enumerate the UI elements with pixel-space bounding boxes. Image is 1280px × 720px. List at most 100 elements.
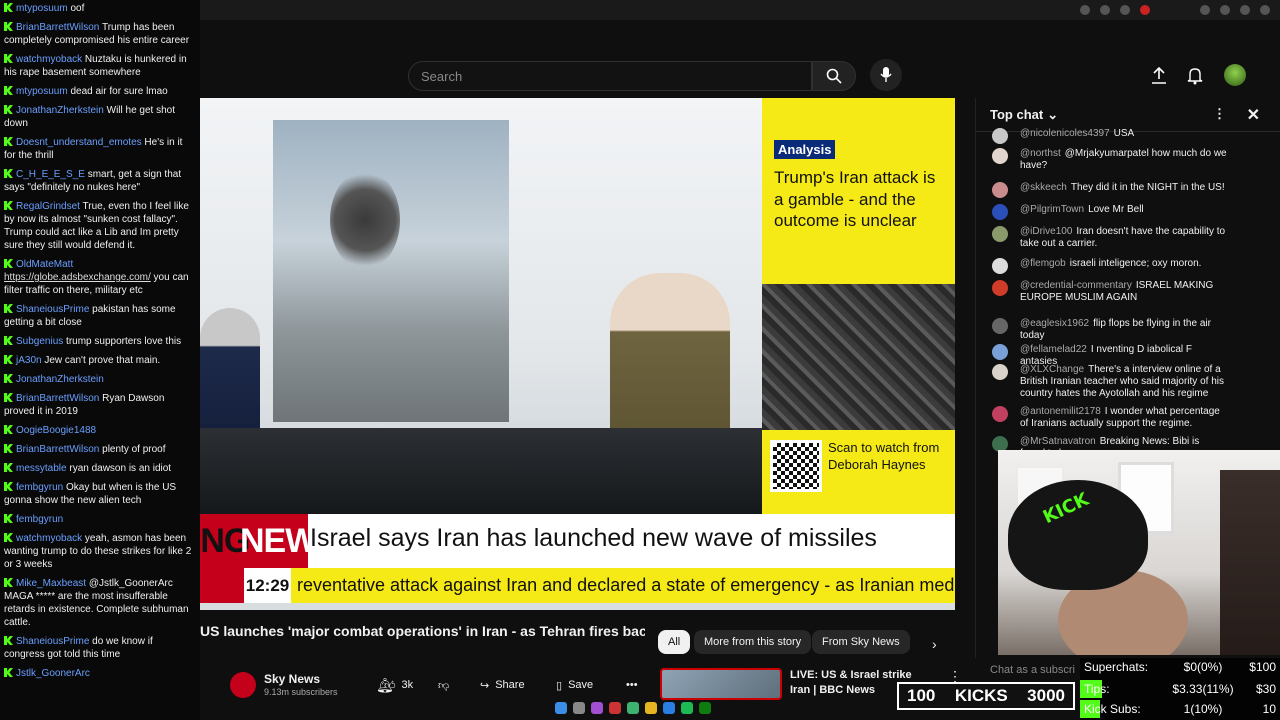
chat-menu-icon[interactable]: ⋮	[1213, 106, 1226, 122]
avatar[interactable]	[992, 148, 1008, 164]
chat-username[interactable]: @MrSatnavatron	[1020, 436, 1096, 447]
avatar[interactable]	[992, 280, 1008, 296]
chat-username[interactable]: BrianBarrettWilson	[16, 22, 99, 33]
chip-next-icon[interactable]: ›	[932, 636, 937, 652]
chat-username[interactable]: BrianBarrettWilson	[16, 444, 99, 455]
chat-username[interactable]: messytable	[16, 463, 67, 474]
chat-username[interactable]: OldMateMatt	[16, 259, 73, 270]
chat-mode-dropdown[interactable]: Top chat	[990, 107, 1043, 122]
upload-button[interactable]	[1148, 65, 1170, 87]
chat-username[interactable]: @XLXChange	[1020, 364, 1084, 375]
avatar[interactable]	[992, 364, 1008, 380]
channel-name[interactable]: Sky News	[264, 672, 320, 686]
app-icon[interactable]	[591, 702, 603, 714]
chat-username[interactable]: @antonemilit2178	[1020, 406, 1101, 417]
close-window-icon[interactable]	[1260, 5, 1270, 15]
bell-icon	[1187, 68, 1203, 85]
spotify-icon[interactable]	[681, 702, 693, 714]
chat-username[interactable]: watchmyoback	[16, 533, 82, 544]
extension-icon[interactable]	[1120, 5, 1130, 15]
chat-username[interactable]: Subgenius	[16, 336, 63, 347]
chat-username[interactable]: Jstlk_GoonerArc	[16, 668, 90, 679]
chat-username[interactable]: BrianBarrettWilson	[16, 393, 99, 404]
dislike-button[interactable]: 👎︎	[430, 672, 457, 698]
save-button[interactable]: ▯ Save	[548, 672, 601, 698]
kick-badge-icon	[4, 393, 13, 402]
avatar[interactable]	[992, 258, 1008, 274]
chat-username[interactable]: RegalGrindset	[16, 201, 80, 212]
chat-username[interactable]: fembgyrun	[16, 482, 63, 493]
studio-screen-image	[273, 120, 509, 422]
chat-message: @iDrive100 Iran doesn't have the capabili…	[992, 226, 1227, 250]
avatar[interactable]	[992, 406, 1008, 422]
chat-message: ShaneiousPrime do we know if congress go…	[4, 635, 196, 661]
superchats-value: $0(0%)	[1183, 660, 1223, 674]
search-input[interactable]: Search	[408, 61, 812, 91]
chat-username[interactable]: @flemgob	[1020, 258, 1066, 269]
chat-username[interactable]: JonathanZherkstein	[16, 374, 104, 385]
chat-username[interactable]: @PilgrimTown	[1020, 204, 1084, 215]
chat-username[interactable]: fembgyrun	[16, 514, 63, 525]
chevron-down-icon[interactable]: ⌄	[1047, 107, 1058, 123]
chat-username[interactable]: mtyposuum	[16, 3, 68, 14]
extension-icon[interactable]	[1200, 5, 1210, 15]
close-icon[interactable]: ✕	[1247, 105, 1260, 125]
avatar[interactable]	[992, 318, 1008, 334]
chip-all[interactable]: All	[658, 630, 691, 654]
chat-username[interactable]: @eaglesix1962	[1020, 318, 1089, 329]
kick-badge-icon	[4, 259, 13, 268]
minimize-icon[interactable]	[1240, 5, 1250, 15]
chat-username[interactable]: watchmyoback	[16, 54, 82, 65]
chat-username[interactable]: C_H_E_E_S_E	[16, 169, 85, 180]
chat-username[interactable]: OogieBoogie1488	[16, 425, 96, 436]
chat-username[interactable]: jA30n	[16, 355, 42, 366]
search-button[interactable]	[812, 61, 856, 91]
more-actions-button[interactable]: •••	[618, 672, 646, 698]
xbox-icon[interactable]	[699, 702, 711, 714]
chat-message: OogieBoogie1488	[4, 424, 196, 437]
chat-message: Doesnt_understand_emotes He's in it for …	[4, 136, 196, 162]
chat-text: plenty of proof	[102, 444, 166, 455]
chat-username[interactable]: Doesnt_understand_emotes	[16, 137, 142, 148]
video-player[interactable]: Analysis Trump's Iran attack is a gamble…	[200, 98, 955, 610]
app-icon[interactable]	[609, 702, 621, 714]
chat-username[interactable]: @skkeech	[1020, 182, 1067, 193]
chat-link[interactable]: https://globe.adsbexchange.com/	[4, 272, 151, 283]
avatar[interactable]	[992, 182, 1008, 198]
extension-icon[interactable]	[1140, 5, 1150, 15]
chat-username[interactable]: @fellamelad22	[1020, 344, 1087, 355]
folder-icon[interactable]	[645, 702, 657, 714]
share-button[interactable]: ↪ Share	[472, 672, 533, 698]
chat-username[interactable]: @nicolenicoles4397	[1020, 128, 1110, 139]
streamer-webcam: KICK	[998, 450, 1280, 655]
chat-message: Jstlk_GoonerArc	[4, 667, 196, 680]
app-icon[interactable]	[663, 702, 675, 714]
extension-icon[interactable]	[1220, 5, 1230, 15]
chat-username[interactable]: mtyposuum	[16, 86, 68, 97]
search-icon[interactable]	[573, 702, 585, 714]
avatar[interactable]	[992, 204, 1008, 220]
voice-search-button[interactable]	[870, 59, 902, 91]
avatar[interactable]	[992, 226, 1008, 242]
avatar[interactable]	[992, 128, 1008, 144]
chat-username[interactable]: @credential-commentary	[1020, 280, 1132, 291]
avatar[interactable]	[992, 344, 1008, 360]
chat-username[interactable]: JonathanZherkstein	[16, 105, 104, 116]
notifications-button[interactable]	[1184, 65, 1206, 87]
chat-username[interactable]: ShaneiousPrime	[16, 304, 89, 315]
chat-username[interactable]: Mike_Maxbeast	[16, 578, 86, 589]
chip-from-sky-news[interactable]: From Sky News	[812, 630, 910, 654]
chat-username[interactable]: @northst	[1020, 148, 1061, 159]
account-avatar[interactable]	[1224, 64, 1246, 86]
like-button[interactable]: 👍︎ 3k	[376, 672, 421, 698]
extension-icon[interactable]	[1080, 5, 1090, 15]
chip-more-from-story[interactable]: More from this story	[694, 630, 812, 654]
related-video-thumbnail[interactable]	[660, 668, 782, 700]
app-icon[interactable]	[627, 702, 639, 714]
channel-avatar[interactable]	[230, 672, 256, 698]
extension-icon[interactable]	[1100, 5, 1110, 15]
chat-username[interactable]: ShaneiousPrime	[16, 636, 89, 647]
start-icon[interactable]	[555, 702, 567, 714]
chat-username[interactable]: @iDrive100	[1020, 226, 1072, 237]
subscriber-count: 9.13m subscribers	[264, 687, 338, 697]
